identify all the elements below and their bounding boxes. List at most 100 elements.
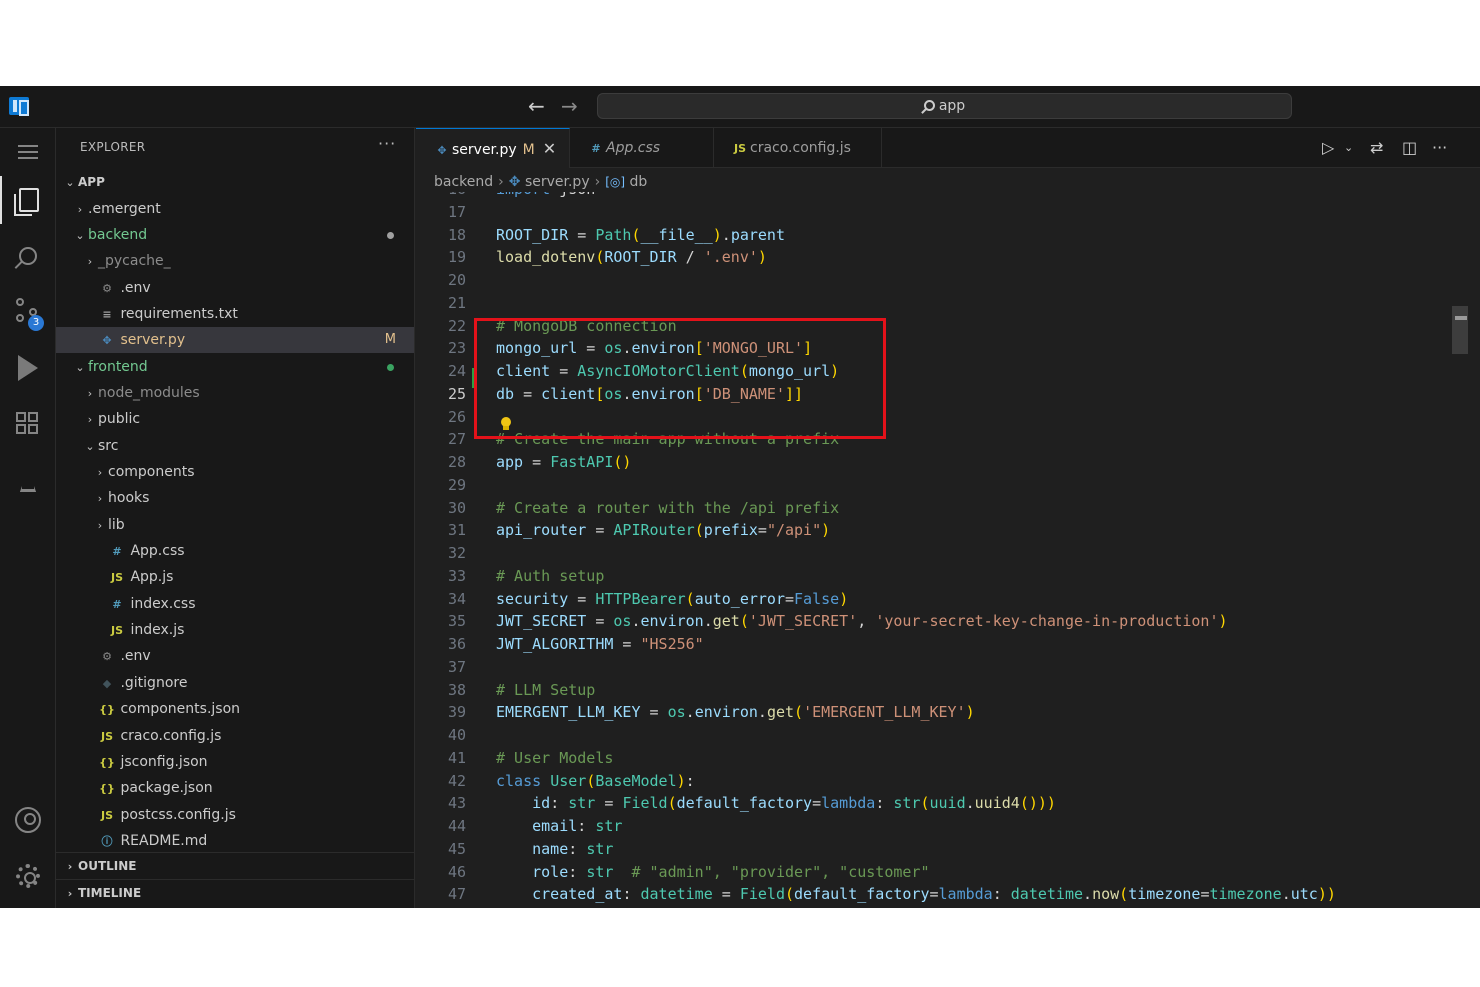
- tree-item[interactable]: {} jsconfig.json: [56, 749, 414, 775]
- split-editor-icon[interactable]: ◫: [1402, 136, 1417, 160]
- code-token: HTTPBearer: [595, 589, 686, 608]
- breadcrumb-symbol[interactable]: db: [630, 174, 648, 190]
- code-token: environ: [631, 339, 695, 358]
- code-line[interactable]: 22 # MongoDB connection: [416, 315, 1456, 338]
- tree-item[interactable]: ⌄ src: [56, 433, 414, 459]
- code-line[interactable]: 38 # LLM Setup: [416, 679, 1456, 702]
- testing-flask-icon[interactable]: [0, 456, 56, 504]
- code-line[interactable]: 25 db = client[os.environ['DB_NAME']]: [416, 383, 1456, 406]
- code-line[interactable]: 19 load_dotenv(ROOT_DIR / '.env'): [416, 246, 1456, 269]
- code-line[interactable]: 40: [416, 724, 1456, 747]
- code-token: # LLM Setup: [496, 680, 596, 699]
- editor-tab[interactable]: ✥ server.py M ✕: [416, 128, 570, 168]
- code-token: "/api": [766, 521, 822, 540]
- code-line[interactable]: 44 email: str: [416, 815, 1456, 838]
- tree-item[interactable]: {} package.json: [56, 775, 414, 801]
- tree-item[interactable]: # App.css: [56, 538, 414, 564]
- line-number: 43: [447, 794, 466, 813]
- tree-item[interactable]: JS index.js: [56, 617, 414, 643]
- back-arrow-icon[interactable]: ←: [528, 94, 545, 118]
- code-line[interactable]: 41 # User Models: [416, 747, 1456, 770]
- code-text: JWT_ALGORITHM = "HS256": [496, 633, 704, 656]
- vertical-scrollbar[interactable]: [1452, 306, 1468, 354]
- command-center-search[interactable]: app: [597, 93, 1292, 119]
- code-line[interactable]: 46 role: str # "admin", "provider", "cus…: [416, 861, 1456, 884]
- editor-tab[interactable]: JS craco.config.js: [714, 128, 882, 168]
- code-line[interactable]: 36 JWT_ALGORITHM = "HS256": [416, 633, 1456, 656]
- close-tab-icon[interactable]: ✕: [543, 139, 556, 158]
- code-line[interactable]: 20: [416, 269, 1456, 292]
- code-editor[interactable]: 16import json1718ROOT_DIR = Path(__file_…: [416, 192, 1456, 908]
- tree-item[interactable]: › .emergent: [56, 196, 414, 222]
- tree-item[interactable]: ≡ requirements.txt: [56, 301, 414, 327]
- tree-item[interactable]: JS App.js: [56, 564, 414, 590]
- forward-arrow-icon[interactable]: →: [561, 94, 578, 118]
- breadcrumb-folder[interactable]: backend: [434, 174, 493, 190]
- timeline-section[interactable]: › TIMELINE: [56, 879, 414, 905]
- code-text: mongo_url = os.environ['MONGO_URL']: [496, 337, 812, 360]
- code-token: lambda: [821, 794, 876, 813]
- lightbulb-icon[interactable]: [500, 417, 512, 431]
- code-token: utc: [1290, 885, 1318, 904]
- tree-item[interactable]: › public: [56, 406, 414, 432]
- search-view-icon[interactable]: [0, 232, 56, 280]
- code-line[interactable]: 24 client = AsyncIOMotorClient(mongo_url): [416, 360, 1456, 383]
- tree-item[interactable]: ◆ .gitignore: [56, 670, 414, 696]
- compare-changes-icon[interactable]: ⇄: [1370, 136, 1383, 160]
- tree-item[interactable]: ⚙ .env: [56, 275, 414, 301]
- tree-item-label: backend: [88, 226, 148, 243]
- code-line[interactable]: 33 # Auth setup: [416, 565, 1456, 588]
- tree-item[interactable]: ✥ server.py M: [56, 327, 414, 354]
- code-line[interactable]: 23 mongo_url = os.environ['MONGO_URL']: [416, 337, 1456, 360]
- run-debug-icon[interactable]: [0, 344, 56, 392]
- code-line[interactable]: 31 api_router = APIRouter(prefix="/api"): [416, 519, 1456, 542]
- tree-item[interactable]: › _pycache_: [56, 248, 414, 274]
- code-line[interactable]: 29: [416, 474, 1456, 497]
- chevron-down-icon[interactable]: ⌄: [1344, 136, 1353, 160]
- tree-item[interactable]: ⌄ backend: [56, 222, 414, 248]
- editor-tab[interactable]: # App.css: [570, 128, 714, 168]
- tree-item[interactable]: JS postcss.config.js: [56, 802, 414, 828]
- tree-item[interactable]: ⌄ frontend: [56, 354, 414, 380]
- code-line[interactable]: 27 # Create the main app without a prefix: [416, 428, 1456, 451]
- settings-gear-icon[interactable]: [0, 852, 56, 900]
- code-line[interactable]: 42 class User(BaseModel):: [416, 770, 1456, 793]
- tree-root-app[interactable]: ⌄ APP: [56, 169, 414, 195]
- tree-item[interactable]: › node_modules: [56, 380, 414, 406]
- tree-item[interactable]: ⓘ README.md: [56, 828, 414, 854]
- tree-item[interactable]: # index.css: [56, 591, 414, 617]
- code-line[interactable]: 18 ROOT_DIR = Path(__file__).parent: [416, 224, 1456, 247]
- outline-section[interactable]: › OUTLINE: [56, 852, 414, 878]
- explorer-icon[interactable]: [0, 176, 56, 224]
- account-icon[interactable]: [0, 796, 56, 844]
- code-line[interactable]: 34 security = HTTPBearer(auto_error=False…: [416, 588, 1456, 611]
- tree-item[interactable]: › lib: [56, 512, 414, 538]
- tree-item[interactable]: {} components.json: [56, 696, 414, 722]
- code-line[interactable]: 28 app = FastAPI(): [416, 451, 1456, 474]
- code-line[interactable]: 47 created_at: datetime = Field(default_…: [416, 883, 1456, 906]
- more-actions-icon[interactable]: ···: [378, 134, 396, 153]
- tree-item[interactable]: ⚙ .env: [56, 643, 414, 669]
- more-actions-icon[interactable]: ···: [1432, 136, 1447, 160]
- code-line[interactable]: 30 # Create a router with the /api prefix: [416, 497, 1456, 520]
- code-line[interactable]: 26: [416, 406, 1456, 429]
- extensions-icon[interactable]: [0, 400, 56, 448]
- code-line[interactable]: 39 EMERGENT_LLM_KEY = os.environ.get('EME…: [416, 701, 1456, 724]
- code-line[interactable]: 32: [416, 542, 1456, 565]
- run-file-icon[interactable]: ▷: [1322, 136, 1334, 160]
- tree-item[interactable]: › hooks: [56, 485, 414, 511]
- menu-icon[interactable]: [0, 128, 56, 176]
- code-line[interactable]: 37: [416, 656, 1456, 679]
- code-line[interactable]: 45 name: str: [416, 838, 1456, 861]
- code-line[interactable]: 21: [416, 292, 1456, 315]
- chevron-down-icon: ⌄: [75, 360, 85, 374]
- code-line[interactable]: 16 import json: [416, 192, 1456, 201]
- code-line[interactable]: 17: [416, 201, 1456, 224]
- code-token: ): [676, 771, 686, 790]
- code-line[interactable]: 35 JWT_SECRET = os.environ.get('JWT_SECRE…: [416, 610, 1456, 633]
- code-line[interactable]: 43 id: str = Field(default_factory=lambd…: [416, 792, 1456, 815]
- tree-item[interactable]: JS craco.config.js: [56, 723, 414, 749]
- breadcrumb-file[interactable]: server.py: [525, 174, 590, 190]
- source-control-icon[interactable]: 3: [0, 288, 56, 336]
- tree-item[interactable]: › components: [56, 459, 414, 485]
